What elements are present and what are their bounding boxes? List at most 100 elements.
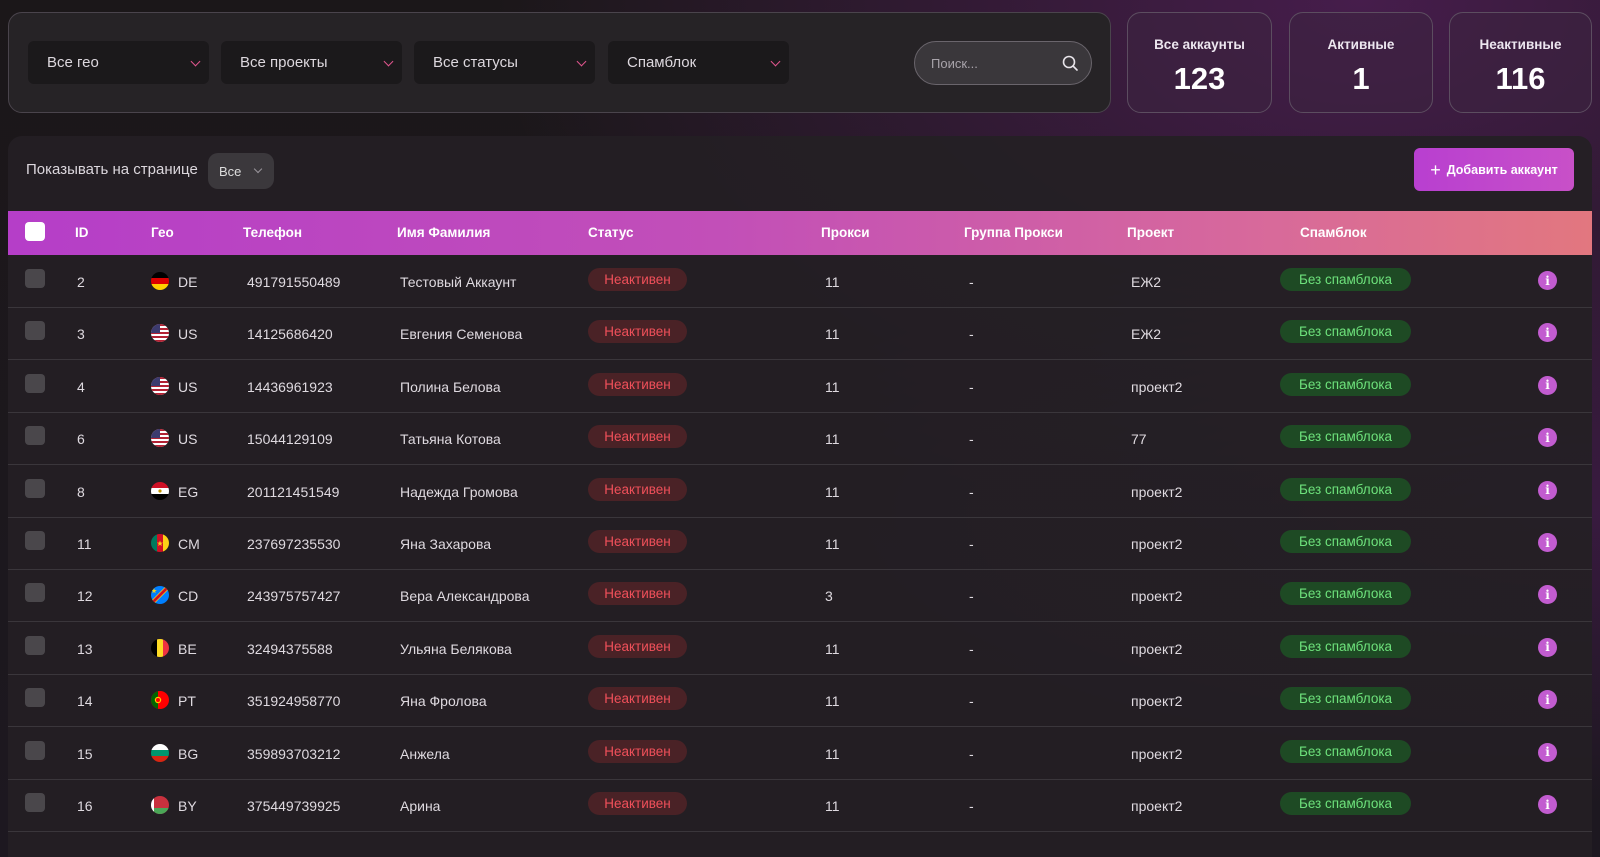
table-row[interactable]: 13 BE 32494375588 Ульяна Белякова Неактивен 1… bbox=[8, 622, 1592, 675]
row-checkbox[interactable] bbox=[25, 793, 45, 812]
cell-name: Арина bbox=[400, 798, 441, 814]
column-header-geo[interactable]: Гео bbox=[151, 225, 174, 240]
cell-proxy-group: - bbox=[969, 378, 974, 395]
select-all-checkbox[interactable] bbox=[25, 222, 45, 241]
cell-geo: CD bbox=[178, 588, 199, 605]
status-badge: Неактивен bbox=[588, 739, 687, 763]
cell-id: 16 bbox=[77, 798, 93, 814]
search-box bbox=[914, 41, 1092, 85]
column-header-project[interactable]: Проект bbox=[1127, 225, 1174, 240]
table-row[interactable]: 2 DE 491791550489 Тестовый Аккаунт Неактивен… bbox=[8, 255, 1592, 308]
flag-icon bbox=[151, 324, 169, 343]
cell-project: ЕЖ2 bbox=[1131, 274, 1162, 290]
info-icon[interactable]: i bbox=[1538, 690, 1557, 710]
status-badge: Неактивен bbox=[588, 477, 687, 501]
spamblock-filter-select[interactable]: Спамблок bbox=[608, 41, 789, 84]
geo-filter-label: Все гео bbox=[47, 54, 99, 71]
chevron-down-icon bbox=[383, 56, 394, 67]
row-checkbox[interactable] bbox=[25, 583, 45, 603]
add-account-label: Добавить аккаунт bbox=[1446, 162, 1558, 177]
page-size-value: Все bbox=[219, 163, 242, 179]
table-row[interactable]: 8 EG 201121451549 Надежда Громова Неактивен 1… bbox=[8, 465, 1592, 518]
cell-phone: 15044129109 bbox=[247, 431, 333, 448]
info-icon[interactable]: i bbox=[1538, 323, 1557, 343]
status-badge: Неактивен bbox=[588, 372, 687, 396]
row-checkbox[interactable] bbox=[25, 740, 45, 760]
cell-name: Вера Александрова bbox=[400, 588, 530, 605]
column-header-proxy-group[interactable]: Группа Прокси bbox=[964, 225, 1063, 240]
column-header-name[interactable]: Имя Фамилия bbox=[397, 225, 490, 240]
cell-id: 6 bbox=[77, 431, 85, 448]
geo-filter-select[interactable]: Все гео bbox=[28, 41, 209, 84]
status-badge: Неактивен bbox=[588, 425, 687, 449]
cell-geo: BY bbox=[178, 798, 197, 814]
cell-name: Татьяна Котова bbox=[400, 431, 501, 448]
info-icon[interactable]: i bbox=[1538, 533, 1557, 552]
spamblock-badge: Без спамблока bbox=[1280, 739, 1411, 763]
cell-id: 8 bbox=[77, 483, 85, 500]
cell-id: 2 bbox=[77, 274, 85, 290]
column-header-spamblock[interactable]: Спамблок bbox=[1300, 225, 1367, 240]
project-filter-select[interactable]: Все проекты bbox=[221, 41, 402, 84]
chevron-down-icon bbox=[253, 164, 263, 174]
column-header-id[interactable]: ID bbox=[75, 225, 89, 240]
cell-id: 3 bbox=[77, 326, 85, 343]
row-checkbox[interactable] bbox=[25, 531, 45, 550]
filter-panel: Все гео Все проекты Все статусы Спамблок bbox=[8, 12, 1111, 113]
stat-value: 1 bbox=[1352, 61, 1370, 96]
stat-card-all: Все аккаунты 123 bbox=[1127, 12, 1272, 113]
cell-phone: 14436961923 bbox=[247, 378, 333, 395]
column-header-proxy[interactable]: Прокси bbox=[821, 225, 870, 240]
table-row[interactable]: 15 BG 359893703212 Анжела Неактивен 11 - проект… bbox=[8, 727, 1592, 780]
table-row[interactable]: 16 BY 375449739925 Арина Неактивен 11 - проект2… bbox=[8, 779, 1592, 832]
add-account-button[interactable]: + Добавить аккаунт bbox=[1414, 148, 1574, 191]
spamblock-badge: Без спамблока bbox=[1280, 582, 1411, 606]
info-icon[interactable]: i bbox=[1538, 375, 1557, 395]
cell-proxy: 11 bbox=[825, 483, 840, 500]
info-icon[interactable]: i bbox=[1538, 742, 1557, 762]
spamblock-badge: Без спамблока bbox=[1280, 792, 1411, 815]
cell-project: проект2 bbox=[1131, 588, 1183, 605]
table-row[interactable]: 4 US 14436961923 Полина Белова Неактивен 11 - п… bbox=[8, 360, 1592, 413]
info-icon[interactable]: i bbox=[1538, 271, 1557, 290]
row-checkbox[interactable] bbox=[25, 269, 45, 288]
cell-phone: 201121451549 bbox=[247, 483, 340, 500]
status-filter-select[interactable]: Все статусы bbox=[414, 41, 595, 84]
search-input[interactable] bbox=[915, 42, 1055, 84]
row-checkbox[interactable] bbox=[25, 478, 45, 498]
info-icon[interactable]: i bbox=[1538, 480, 1557, 500]
column-header-status[interactable]: Статус bbox=[588, 225, 634, 240]
row-checkbox[interactable] bbox=[25, 688, 45, 708]
page-size-label: Показывать на странице bbox=[26, 161, 198, 178]
row-checkbox[interactable] bbox=[25, 321, 45, 341]
row-checkbox[interactable] bbox=[25, 373, 45, 393]
column-header-phone[interactable]: Телефон bbox=[243, 225, 302, 240]
row-checkbox[interactable] bbox=[25, 426, 45, 446]
table-row[interactable]: 6 US 15044129109 Татьяна Котова Неактивен 11 -… bbox=[8, 412, 1592, 466]
flag-icon bbox=[151, 376, 169, 395]
table-row[interactable]: 3 US 14125686420 Евгения Семенова Неактивен 1… bbox=[8, 307, 1592, 361]
flag-icon bbox=[151, 796, 169, 814]
table-row[interactable]: 12 CD 243975757427 Вера Александрова Неактив… bbox=[8, 569, 1592, 623]
info-icon[interactable]: i bbox=[1538, 428, 1557, 448]
spamblock-badge: Без спамблока bbox=[1280, 634, 1411, 658]
status-badge: Неактивен bbox=[588, 582, 687, 606]
table-row[interactable]: 11 CM 237697235530 Яна Захарова Неактивен 11 -… bbox=[8, 517, 1592, 570]
row-checkbox[interactable] bbox=[25, 635, 45, 655]
cell-id: 13 bbox=[77, 640, 93, 657]
info-icon[interactable]: i bbox=[1538, 585, 1557, 605]
page-size-select[interactable]: Все bbox=[208, 153, 274, 189]
cell-geo: BE bbox=[178, 640, 197, 657]
project-filter-label: Все проекты bbox=[240, 54, 328, 71]
cell-proxy: 11 bbox=[825, 536, 840, 552]
cell-geo: PT bbox=[178, 693, 196, 710]
info-icon[interactable]: i bbox=[1538, 637, 1557, 657]
cell-proxy: 3 bbox=[825, 588, 833, 605]
cell-project: проект2 bbox=[1131, 378, 1183, 395]
search-icon[interactable] bbox=[1061, 54, 1079, 72]
stat-card-inactive: Неактивные 116 bbox=[1449, 12, 1592, 113]
info-icon[interactable]: i bbox=[1538, 795, 1557, 814]
chevron-down-icon bbox=[770, 56, 781, 67]
cell-id: 12 bbox=[77, 588, 93, 605]
table-row[interactable]: 14 PT 351924958770 Яна Фролова Неактивен 11 - п… bbox=[8, 674, 1592, 728]
